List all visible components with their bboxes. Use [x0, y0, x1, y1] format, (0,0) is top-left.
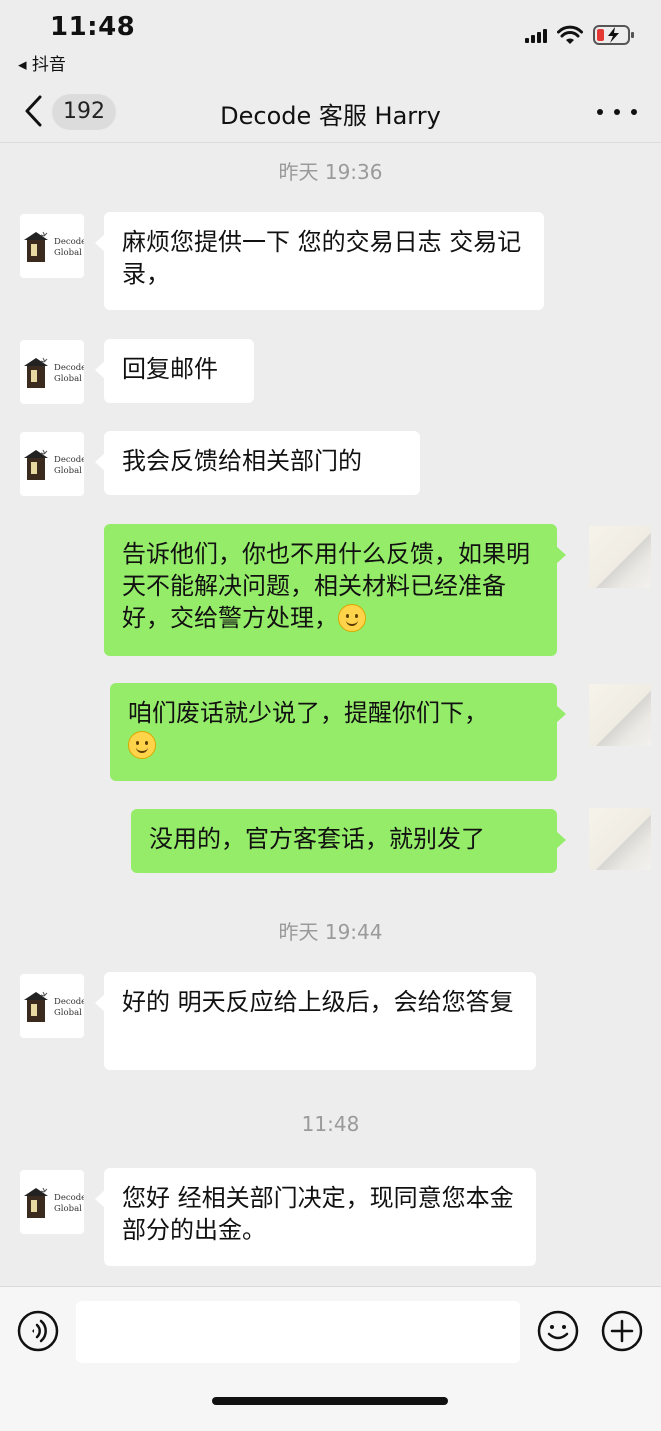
contact-avatar[interactable]: Decode Global — [20, 340, 84, 404]
outgoing-message[interactable]: 告诉他们，你也不用什么反馈，如果明天不能解决问题，相关材料已经准备好，交给警方处… — [104, 524, 566, 656]
avatar-logo-text: Decode Global — [54, 237, 84, 258]
home-indicator[interactable] — [212, 1397, 448, 1405]
contact-avatar[interactable]: Decode Global — [20, 214, 84, 278]
decode-logo-icon — [24, 357, 48, 388]
smile-emoji-icon — [128, 731, 156, 759]
smile-emoji-icon — [338, 604, 366, 632]
battery-charging-icon — [593, 24, 635, 46]
more-functions-button[interactable] — [600, 1309, 644, 1353]
emoji-icon — [537, 1310, 579, 1352]
message-timestamp: 昨天 19:44 — [278, 920, 383, 944]
outgoing-message[interactable]: 没用的，官方客套话，就别发了 — [131, 809, 566, 873]
status-time: 11:48 — [50, 12, 136, 42]
incoming-message[interactable]: 好的 明天反应给上级后，会给您答复 — [95, 972, 536, 1070]
my-avatar[interactable] — [589, 684, 651, 746]
incoming-message[interactable]: 回复邮件 — [95, 339, 254, 403]
decode-logo-icon — [24, 449, 48, 480]
message-timestamp: 昨天 19:36 — [278, 160, 383, 184]
decode-logo-icon — [24, 1187, 48, 1218]
input-bar — [0, 1286, 661, 1431]
message-timestamp: 11:48 — [301, 1112, 360, 1136]
wifi-icon — [557, 25, 583, 45]
status-bar: 11:48 ◂ 抖音 — [0, 0, 661, 80]
back-to-app-link[interactable]: ◂ 抖音 — [18, 50, 66, 75]
my-avatar[interactable] — [589, 808, 651, 870]
avatar-logo-text: Decode Global — [54, 1193, 84, 1214]
incoming-message[interactable]: 您好 经相关部门决定，现同意您本金部分的出金。 — [95, 1168, 536, 1266]
plus-icon — [601, 1310, 643, 1352]
contact-avatar[interactable]: Decode Global — [20, 432, 84, 496]
message-input[interactable] — [76, 1301, 520, 1363]
decode-logo-icon — [24, 231, 48, 262]
cellular-signal-icon — [525, 27, 547, 43]
outgoing-message-text: 咱们废话就少说了，提醒你们下， — [128, 699, 488, 727]
chat-title: Decode 客服 Harry — [220, 102, 441, 130]
my-avatar[interactable] — [589, 526, 651, 588]
avatar-logo-text: Decode Global — [54, 363, 84, 384]
status-icons — [525, 24, 635, 46]
avatar-logo-text: Decode Global — [54, 997, 84, 1018]
decode-logo-icon — [24, 991, 48, 1022]
incoming-message[interactable]: 麻烦您提供一下 您的交易日志 交易记录， — [95, 212, 544, 310]
contact-avatar[interactable]: Decode Global — [20, 1170, 84, 1234]
avatar-logo-text: Decode Global — [54, 455, 84, 476]
chat-header: 192 Decode 客服 Harry — [0, 82, 661, 143]
incoming-message[interactable]: 我会反馈给相关部门的 — [95, 431, 420, 495]
voice-icon — [17, 1310, 59, 1352]
emoji-button[interactable] — [536, 1309, 580, 1353]
outgoing-message[interactable]: 咱们废话就少说了，提醒你们下， — [110, 683, 566, 781]
contact-avatar[interactable]: Decode Global — [20, 974, 84, 1038]
outgoing-message-text: 告诉他们，你也不用什么反馈，如果明天不能解决问题，相关材料已经准备好，交给警方处… — [122, 540, 530, 632]
more-options-button[interactable] — [597, 98, 637, 126]
voice-button[interactable] — [16, 1309, 60, 1353]
more-dots-icon — [597, 109, 603, 115]
